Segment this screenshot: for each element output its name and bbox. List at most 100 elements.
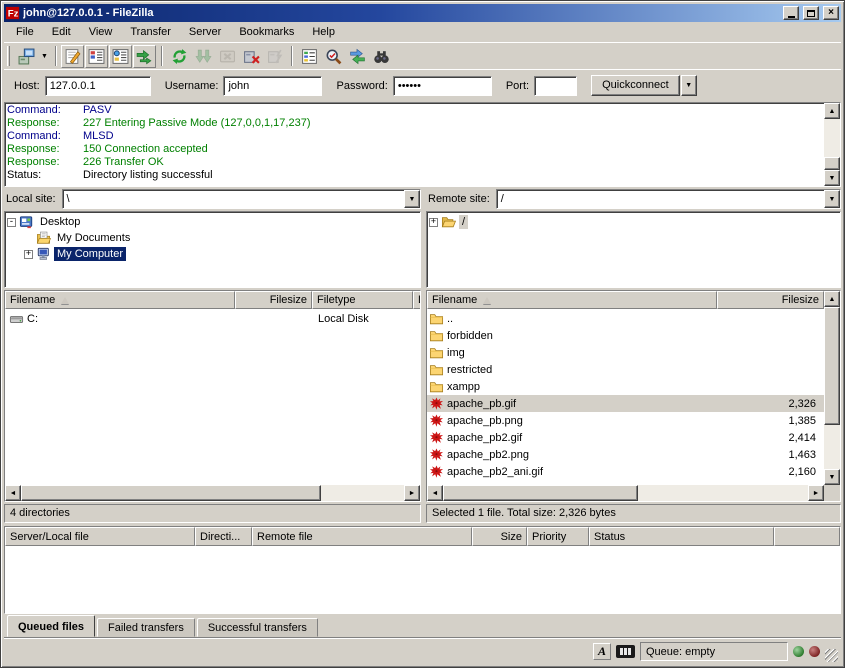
file-row[interactable]: apache_pb2.gif2,414 xyxy=(427,429,824,446)
tree-item-root[interactable]: + / xyxy=(429,214,840,230)
directory-comparison-button[interactable] xyxy=(321,44,345,68)
file-row[interactable]: .. xyxy=(427,310,824,327)
toggle-message-log-button[interactable] xyxy=(61,45,84,68)
remote-status-bar: Selected 1 file. Total size: 2,326 bytes xyxy=(426,504,841,523)
column-header-filetype[interactable]: Filetype xyxy=(312,291,413,309)
close-button[interactable]: × xyxy=(823,6,839,20)
password-input[interactable]: •••••• xyxy=(393,76,492,96)
menu-help[interactable]: Help xyxy=(303,23,344,41)
remote-file-rows[interactable]: .. forbidden img restricted xampp apache… xyxy=(427,309,824,485)
column-header-server-local-file[interactable]: Server/Local file xyxy=(5,527,195,546)
file-row-c-drive[interactable]: C: Local Disk xyxy=(5,310,420,327)
drive-icon xyxy=(9,312,24,326)
queue-body[interactable] xyxy=(5,546,840,613)
local-site-combobox[interactable]: \ ▼ xyxy=(62,189,421,209)
toggle-remote-tree-button[interactable] xyxy=(109,45,132,68)
minimize-button[interactable] xyxy=(783,6,799,20)
refresh-button[interactable] xyxy=(167,44,191,68)
file-row[interactable]: apache_pb2_ani.gif2,160 xyxy=(427,463,824,480)
file-row[interactable]: forbidden xyxy=(427,327,824,344)
menu-edit[interactable]: Edit xyxy=(43,23,80,41)
file-row-selected[interactable]: apache_pb.gif2,326 xyxy=(427,395,824,412)
menu-bookmarks[interactable]: Bookmarks xyxy=(230,23,303,41)
maximize-button[interactable] xyxy=(803,6,819,20)
chevron-down-icon[interactable]: ▼ xyxy=(824,190,840,208)
expand-icon[interactable]: + xyxy=(24,250,33,259)
scrollbar-thumb[interactable] xyxy=(824,157,840,170)
column-header-direction[interactable]: Directi... xyxy=(195,527,252,546)
remote-hscrollbar[interactable]: ◄ ► xyxy=(427,485,840,501)
tree-item-my-computer[interactable]: + My Computer xyxy=(7,246,420,262)
resize-grip[interactable] xyxy=(825,649,838,662)
menu-file[interactable]: File xyxy=(7,23,43,41)
local-file-rows[interactable]: C: Local Disk xyxy=(5,309,420,485)
column-header-filename[interactable]: Filename xyxy=(5,291,235,309)
column-header-remote-file[interactable]: Remote file xyxy=(252,527,472,546)
toggle-transfer-queue-button[interactable] xyxy=(133,45,156,68)
disconnect-button[interactable] xyxy=(239,44,263,68)
scroll-up-icon[interactable]: ▲ xyxy=(824,291,840,307)
tree-item-my-documents[interactable]: My Documents xyxy=(7,230,420,246)
file-row[interactable]: apache_pb2.png1,463 xyxy=(427,446,824,463)
remote-tree[interactable]: + / xyxy=(426,211,841,288)
file-row[interactable]: img xyxy=(427,344,824,361)
speedlimit-icon[interactable] xyxy=(616,645,635,658)
transfer-queue-icon xyxy=(136,48,153,65)
synchronized-browsing-button[interactable] xyxy=(345,44,369,68)
scroll-left-icon[interactable]: ◄ xyxy=(5,485,21,501)
host-input[interactable]: 127.0.0.1 xyxy=(45,76,151,96)
site-manager-button[interactable] xyxy=(14,44,38,68)
column-header-size[interactable]: Size xyxy=(472,527,527,546)
tab-queued-files[interactable]: Queued files xyxy=(7,615,95,637)
queue-tabs: Queued files Failed transfers Successful… xyxy=(4,614,841,637)
username-input[interactable]: john xyxy=(223,76,322,96)
column-header-filesize[interactable]: Filesize xyxy=(235,291,312,309)
quickconnect-button[interactable]: Quickconnect xyxy=(591,75,680,96)
column-header-filename[interactable]: Filename xyxy=(427,291,717,309)
menu-server[interactable]: Server xyxy=(180,23,230,41)
process-queue-button[interactable] xyxy=(191,44,215,68)
reconnect-button[interactable] xyxy=(263,44,287,68)
title-bar[interactable]: john@127.0.0.1 - FileZilla × xyxy=(4,4,841,22)
tab-failed-transfers[interactable]: Failed transfers xyxy=(97,618,195,637)
scroll-right-icon[interactable]: ► xyxy=(404,485,420,501)
menu-view[interactable]: View xyxy=(80,23,122,41)
column-header-filesize[interactable]: Filesize xyxy=(717,291,824,309)
find-files-button[interactable] xyxy=(369,44,393,68)
file-row[interactable]: restricted xyxy=(427,361,824,378)
tree-item-desktop[interactable]: - Desktop xyxy=(7,214,420,230)
column-header-status[interactable]: Status xyxy=(589,527,774,546)
scrollbar-thumb[interactable] xyxy=(21,485,321,501)
scrollbar-thumb[interactable] xyxy=(824,307,840,425)
remote-site-combobox[interactable]: / ▼ xyxy=(496,189,841,209)
port-input[interactable] xyxy=(534,76,577,96)
chevron-down-icon[interactable]: ▼ xyxy=(404,190,420,208)
collapse-icon[interactable]: - xyxy=(7,218,16,227)
directory-filters-button[interactable] xyxy=(297,44,321,68)
site-manager-dropdown[interactable]: ▼ xyxy=(38,44,51,68)
file-row[interactable]: xampp xyxy=(427,378,824,395)
file-row[interactable]: apache_pb.png1,385 xyxy=(427,412,824,429)
log-scrollbar[interactable]: ▲ ▼ xyxy=(824,103,840,186)
scroll-up-icon[interactable]: ▲ xyxy=(824,103,840,119)
scrollbar-thumb[interactable] xyxy=(443,485,638,501)
scroll-left-icon[interactable]: ◄ xyxy=(427,485,443,501)
remote-vscrollbar[interactable]: ▲ ▼ xyxy=(824,291,840,485)
local-list-header: Filename Filesize Filetype L xyxy=(5,291,420,309)
log-lines[interactable]: Command:PASV Response:227 Entering Passi… xyxy=(5,103,824,186)
column-header-priority[interactable]: Priority xyxy=(527,527,589,546)
local-tree[interactable]: - Desktop My Documents + My Computer xyxy=(4,211,421,288)
column-header-last-modified[interactable]: L xyxy=(413,291,421,309)
menu-transfer[interactable]: Transfer xyxy=(121,23,180,41)
message-log: Command:PASV Response:227 Entering Passi… xyxy=(4,102,841,187)
scroll-down-icon[interactable]: ▼ xyxy=(824,469,840,485)
tab-successful-transfers[interactable]: Successful transfers xyxy=(197,618,318,637)
transfer-type-indicator-icon[interactable]: A xyxy=(593,643,611,660)
scroll-down-icon[interactable]: ▼ xyxy=(824,170,840,186)
local-hscrollbar[interactable]: ◄ ► xyxy=(5,485,420,501)
scroll-right-icon[interactable]: ► xyxy=(808,485,824,501)
expand-icon[interactable]: + xyxy=(429,218,438,227)
quickconnect-dropdown[interactable]: ▼ xyxy=(681,75,697,96)
cancel-operation-button[interactable] xyxy=(215,44,239,68)
toggle-local-tree-button[interactable] xyxy=(85,45,108,68)
